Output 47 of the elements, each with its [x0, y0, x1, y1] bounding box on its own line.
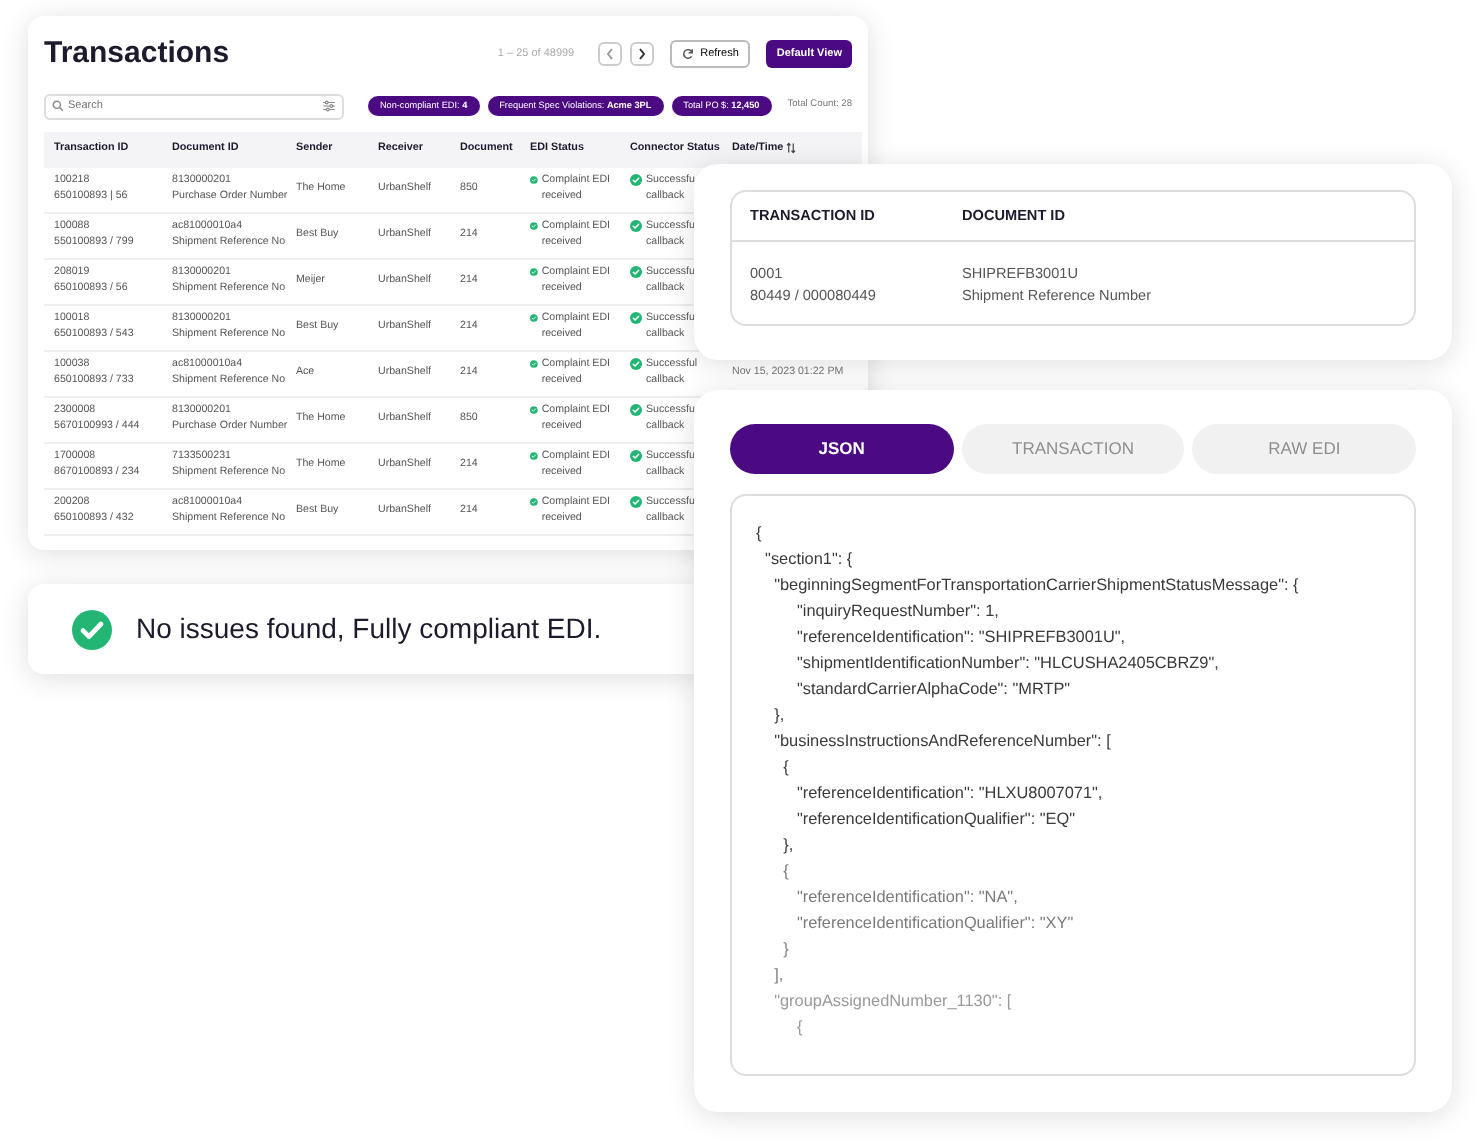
check-icon — [530, 496, 538, 509]
check-icon — [630, 220, 642, 233]
refresh-icon — [682, 48, 695, 61]
sort-icon[interactable] — [786, 142, 797, 155]
check-icon — [630, 358, 642, 371]
code-line: }, — [781, 834, 794, 858]
check-icon — [530, 312, 538, 325]
check-icon — [630, 496, 642, 509]
chevron-right-icon — [638, 48, 647, 61]
code-line: "groupAssignedNumber_1130": [ — [772, 990, 1012, 1014]
check-icon — [530, 174, 538, 187]
code-line: "beginningSegmentForTransportationCarrierShipmentStatusMessage": { — [772, 574, 1299, 598]
page-title: Transactions — [44, 34, 230, 74]
code-line: "referenceIdentification": "SHIPREFB3001U", — [794, 626, 1126, 650]
tab[interactable]: JSON — [730, 424, 954, 474]
check-icon — [530, 404, 538, 417]
check-icon — [630, 404, 642, 417]
check-icon — [530, 358, 538, 371]
code-line: "section1": { — [763, 548, 853, 572]
code-line: "businessInstructionsAndReferenceNumber": [ — [772, 730, 1111, 754]
check-icon — [530, 450, 538, 463]
code-line: "referenceIdentification": "HLXU8007071", — [794, 782, 1103, 806]
check-icon — [72, 609, 112, 649]
search-icon — [52, 100, 64, 112]
code-line: "shipmentIdentificationNumber": "HLCUSHA2405CBRZ9", — [794, 652, 1219, 676]
code-line: "referenceIdentificationQualifier": "EQ" — [794, 808, 1076, 832]
check-icon — [630, 266, 642, 279]
check-icon — [530, 266, 538, 279]
check-icon — [630, 312, 642, 325]
check-icon — [630, 174, 642, 187]
code-line: "referenceIdentificationQualifier": "XY" — [794, 912, 1074, 936]
code-line: { — [756, 522, 762, 546]
code-line: ], — [772, 964, 784, 988]
code-line: "standardCarrierAlphaCode": "MRTP" — [794, 678, 1071, 702]
chevron-left-icon — [606, 48, 615, 61]
code-line: "inquiryRequestNumber": 1, — [794, 600, 999, 624]
code-line: }, — [772, 704, 785, 728]
toast-message: No issues found, Fully compliant EDI. — [136, 610, 602, 648]
code-line: { — [781, 860, 789, 884]
code-line: "referenceIdentification": "NA", — [794, 886, 1018, 910]
code-line: { — [781, 756, 789, 780]
check-icon — [530, 220, 538, 233]
code-line: } — [781, 938, 789, 962]
code-line: { — [794, 1016, 803, 1040]
next-page-button[interactable] — [630, 42, 655, 67]
filter-icon[interactable] — [321, 100, 336, 112]
check-icon — [630, 450, 642, 463]
